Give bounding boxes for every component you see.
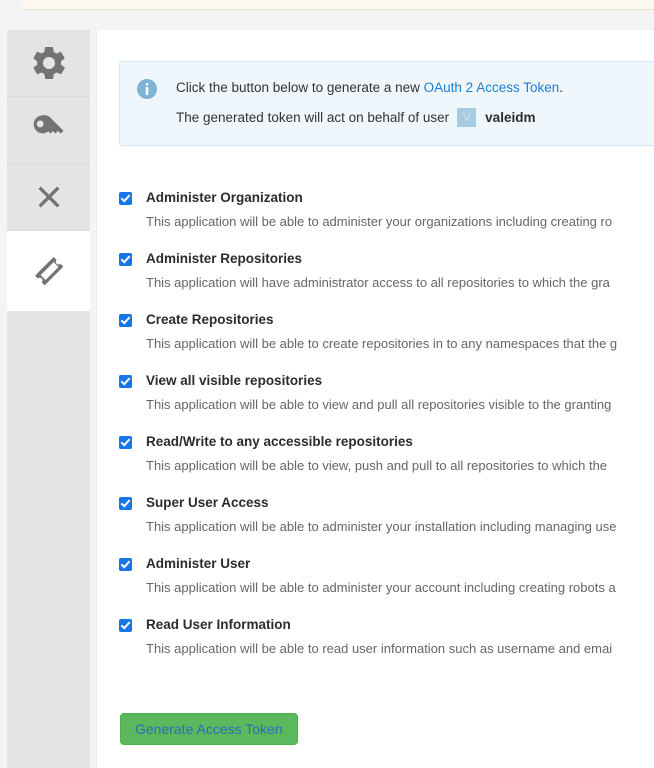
scope-row: Read/Write to any accessible repositorie… xyxy=(119,434,654,473)
top-notice-banner xyxy=(21,0,654,10)
scope-description: This application will be able to adminis… xyxy=(146,580,616,595)
scope-header: Super User Access xyxy=(119,495,654,511)
scope-checkbox-view-all-visible-repositories[interactable] xyxy=(119,374,132,388)
info-circle-icon xyxy=(136,78,158,100)
scope-checkbox-super-user-access[interactable] xyxy=(119,496,132,510)
scope-title[interactable]: Super User Access xyxy=(146,495,269,511)
scope-row: View all visible repositories This appli… xyxy=(119,373,654,412)
scope-row: Read User Information This application w… xyxy=(119,617,654,656)
scope-description: This application will be able to view an… xyxy=(146,397,612,412)
scope-header: Read User Information xyxy=(119,617,654,633)
avatar: V xyxy=(457,108,477,127)
content-panel: Click the button below to generate a new… xyxy=(96,30,654,768)
sidebar-item-settings[interactable] xyxy=(7,30,90,97)
ticket-icon xyxy=(34,257,63,286)
info-alert-line-2: The generated token will act on behalf o… xyxy=(176,106,563,129)
scope-checkbox-administer-repositories[interactable] xyxy=(119,252,132,266)
info-alert-body: Click the button below to generate a new… xyxy=(176,76,563,129)
scope-title[interactable]: Read User Information xyxy=(146,617,291,633)
info-alert-line-1: Click the button below to generate a new… xyxy=(176,76,563,99)
scope-header: View all visible repositories xyxy=(119,373,654,389)
scope-row: Administer User This application will be… xyxy=(119,556,654,595)
scope-row: Administer Organization This application… xyxy=(119,190,654,229)
info-alert-behalf-text: The generated token will act on behalf o… xyxy=(176,110,450,125)
key-icon xyxy=(33,115,64,134)
scope-checkbox-read-user-information[interactable] xyxy=(119,618,132,632)
sidebar-icon-rail xyxy=(7,30,90,768)
scope-checkbox-administer-organization[interactable] xyxy=(119,191,132,205)
scope-checkbox-create-repositories[interactable] xyxy=(119,313,132,327)
info-alert-text-after: . xyxy=(559,80,564,95)
scope-header: Administer Organization xyxy=(119,190,654,206)
info-alert-text-before: Click the button below to generate a new xyxy=(176,80,424,95)
scope-description: This application will be able to adminis… xyxy=(146,214,613,229)
oauth2-access-token-link[interactable]: OAuth 2 Access Token xyxy=(424,80,560,95)
gear-icon xyxy=(33,46,65,80)
info-alert: Click the button below to generate a new… xyxy=(119,61,654,146)
scope-checkbox-administer-user[interactable] xyxy=(119,557,132,571)
sidebar-item-credentials[interactable] xyxy=(7,97,90,164)
sidebar-item-delete[interactable] xyxy=(7,164,90,231)
generate-access-token-button[interactable]: Generate Access Token xyxy=(120,713,298,745)
scope-checkbox-read-write-any-accessible-repositories[interactable] xyxy=(119,435,132,449)
scope-header: Create Repositories xyxy=(119,312,654,328)
scope-title[interactable]: Read/Write to any accessible repositorie… xyxy=(146,434,413,450)
scope-title[interactable]: Administer User xyxy=(146,556,250,572)
scope-header: Administer User xyxy=(119,556,654,572)
scope-row: Create Repositories This application wil… xyxy=(119,312,654,351)
sidebar-item-access-token[interactable] xyxy=(7,231,90,312)
scope-row: Administer Repositories This application… xyxy=(119,251,654,290)
scope-row: Super User Access This application will … xyxy=(119,495,654,534)
scope-header: Read/Write to any accessible repositorie… xyxy=(119,434,654,450)
scope-description: This application will be able to view, p… xyxy=(146,458,608,473)
username-label: valeidm xyxy=(485,110,536,125)
scope-title[interactable]: Create Repositories xyxy=(146,312,274,328)
scopes-list: Administer Organization This application… xyxy=(119,190,654,678)
close-x-icon xyxy=(38,186,59,208)
scope-description: This application will be able to create … xyxy=(146,336,618,351)
scope-description: This application will have administrator… xyxy=(146,275,610,290)
scope-header: Administer Repositories xyxy=(119,251,654,267)
scope-description: This application will be able to adminis… xyxy=(146,519,617,534)
scope-title[interactable]: View all visible repositories xyxy=(146,373,322,389)
scope-title[interactable]: Administer Repositories xyxy=(146,251,302,267)
scope-title[interactable]: Administer Organization xyxy=(146,190,303,206)
scope-description: This application will be able to read us… xyxy=(146,641,613,656)
